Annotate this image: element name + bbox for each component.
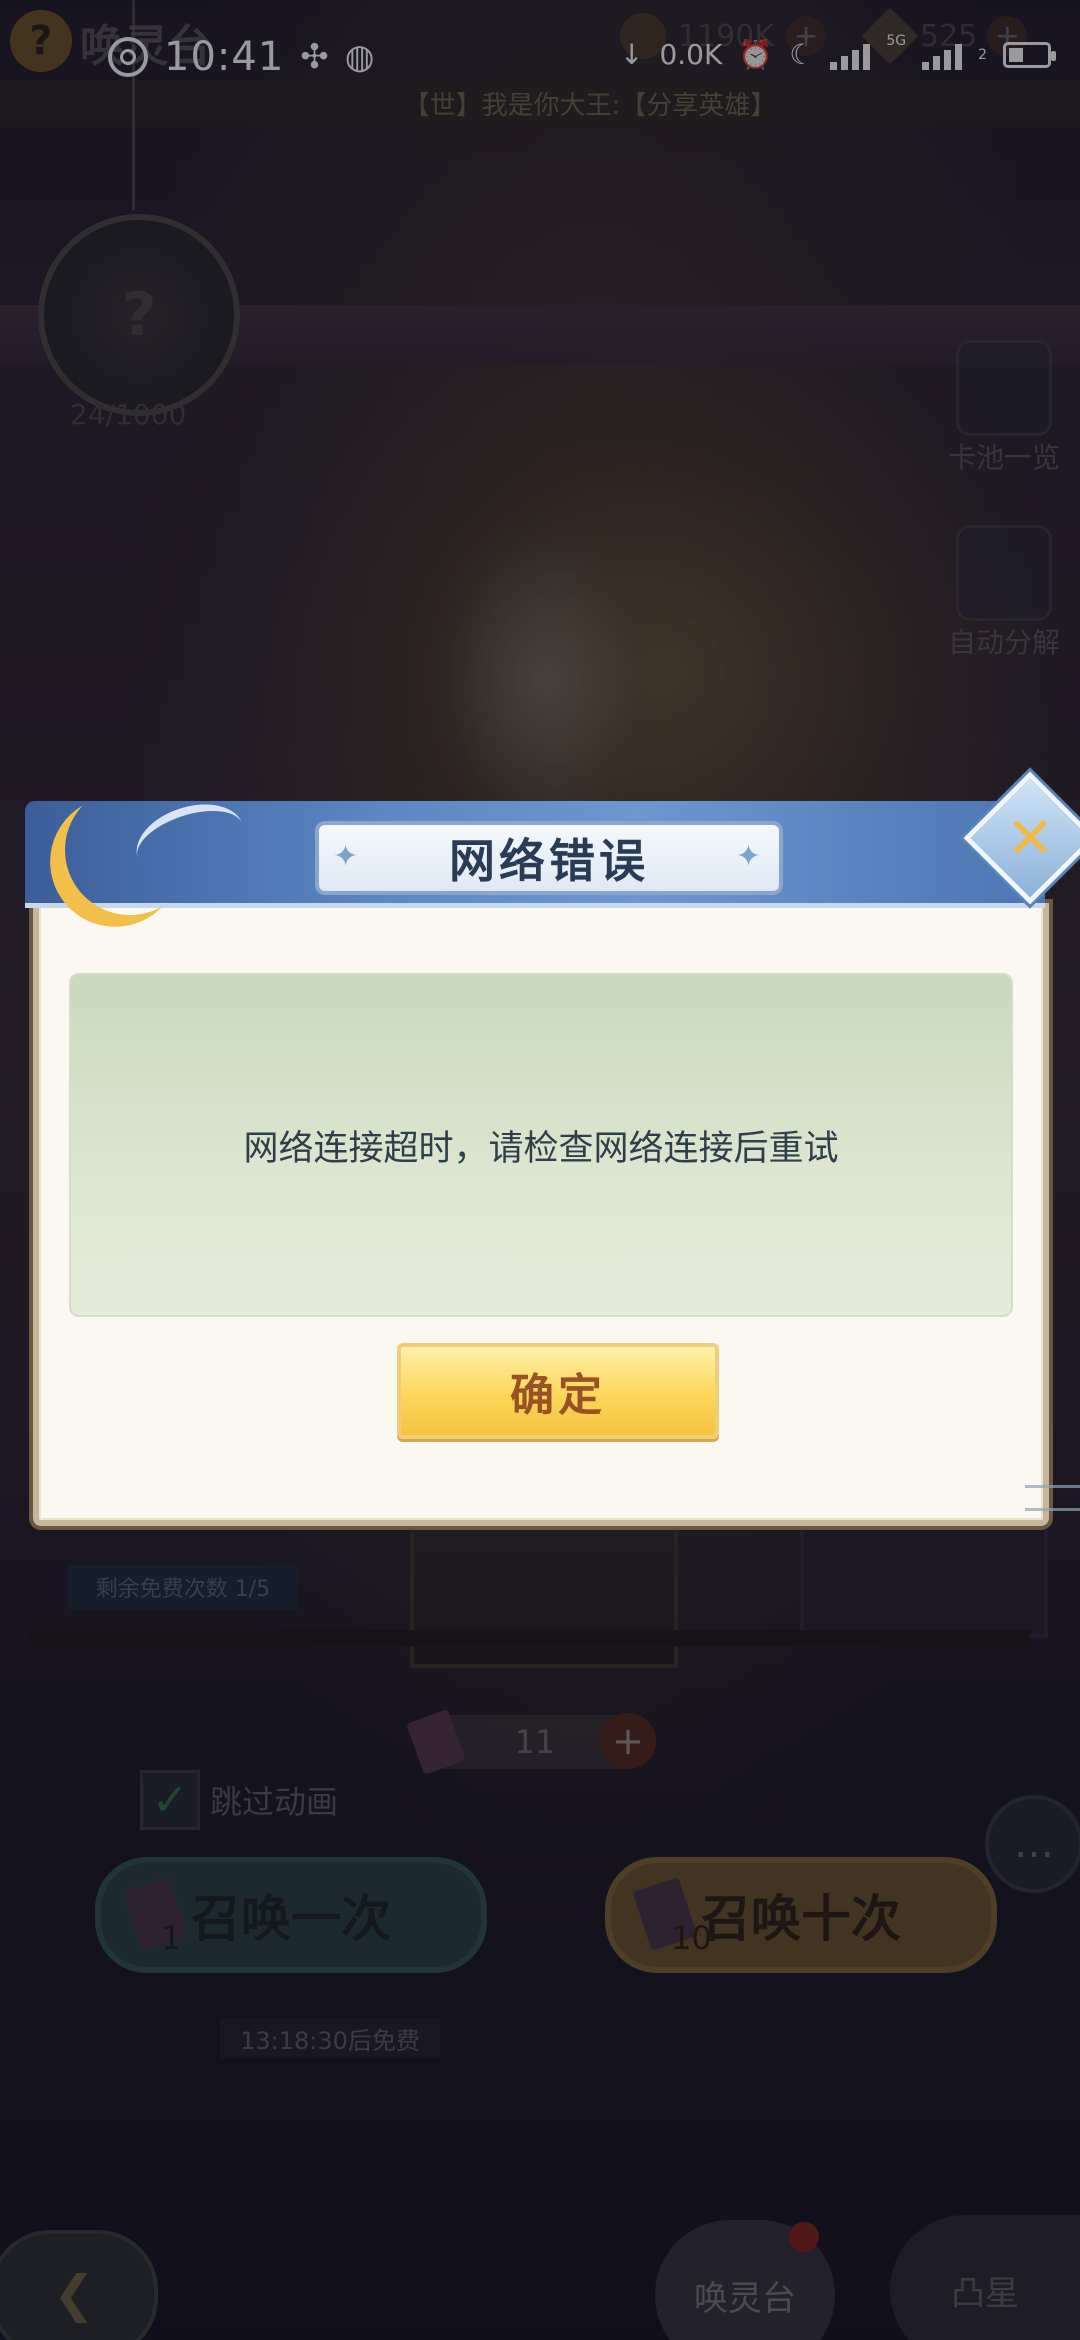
confirm-button[interactable]: 确定 — [397, 1343, 719, 1439]
sparkle-icon: ✦ — [333, 839, 363, 874]
error-message: 网络连接超时，请检查网络连接后重试 — [243, 1128, 839, 1169]
dialog-trim — [1025, 1485, 1080, 1511]
close-icon: ✕ — [1005, 803, 1055, 872]
network-error-dialog: 网络连接超时，请检查网络连接后重试 确定 ✦ 网络错误 ✦ ✕ — [25, 771, 1080, 1535]
confirm-label: 确定 — [510, 1370, 606, 1421]
dialog-body: 网络连接超时，请检查网络连接后重试 确定 — [33, 903, 1049, 1526]
dialog-title-plate: ✦ 网络错误 ✦ — [315, 821, 783, 895]
message-box: 网络连接超时，请检查网络连接后重试 — [69, 973, 1013, 1317]
dialog-title: 网络错误 — [449, 834, 649, 888]
dialog-header: ✦ 网络错误 ✦ — [25, 791, 1045, 908]
sparkle-icon: ✦ — [735, 839, 765, 874]
